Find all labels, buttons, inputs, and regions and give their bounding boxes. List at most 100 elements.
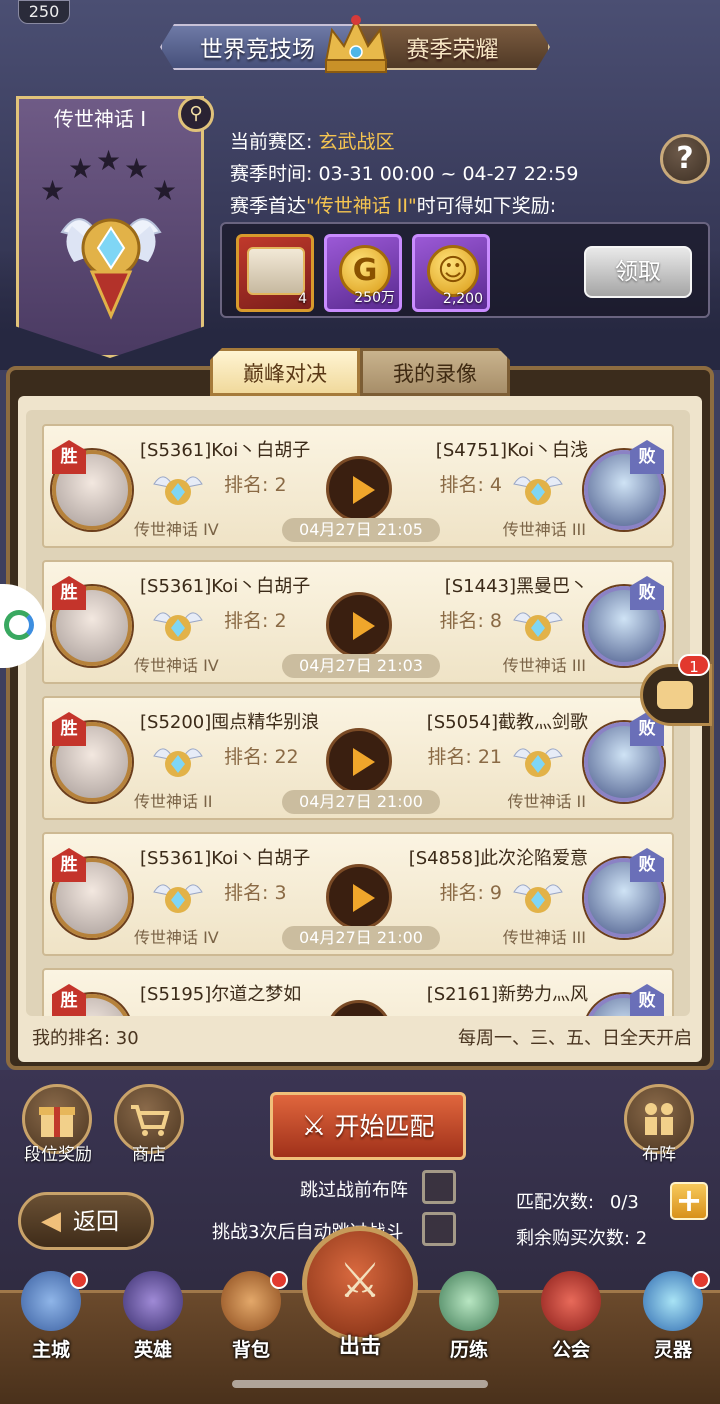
right-player-name: [S1443]黑曼巴丶 xyxy=(444,576,588,597)
zone-line: 当前赛区: 玄武战区 xyxy=(230,126,650,158)
match-time: 04月27日 21:05 xyxy=(282,518,440,542)
reward-item-gold[interactable]: G 250万 xyxy=(324,234,402,312)
tier-emblem-icon xyxy=(513,612,563,641)
nav-artifact[interactable]: 灵器 xyxy=(628,1271,718,1371)
zone-label: 当前赛区: xyxy=(230,131,313,153)
match-row[interactable]: 胜 [S5200]囤点精华别浪 排名: 22 传世神话 II 04月27日 21… xyxy=(42,696,674,820)
lose-badge: 败 xyxy=(630,848,664,882)
reward-prefix: 赛季首达 xyxy=(230,195,307,217)
rank-emblem-icon xyxy=(60,218,162,320)
season-time-value: 03-31 00:00 ~ 04-27 22:59 xyxy=(318,163,579,185)
nav-attack-label: 出击 xyxy=(339,1334,381,1358)
nav-label: 背包 xyxy=(231,1339,270,1361)
replay-tabs: 巅峰对决 我的录像 xyxy=(210,348,514,396)
match-row[interactable]: 胜 [S5195]尔道之梦如 [S2161]新势力灬风 败 xyxy=(42,968,674,1016)
tab-my-replays[interactable]: 我的录像 xyxy=(360,348,510,396)
match-time: 04月27日 21:00 xyxy=(282,926,440,950)
title-banner: 世界竞技场 赛季荣耀 xyxy=(160,15,550,74)
zone-value: 玄武战区 xyxy=(318,131,395,153)
tier-emblem-icon xyxy=(513,748,563,777)
star-icon: ★ xyxy=(96,144,122,177)
reward-condition-line: 赛季首达"传世神话 II"时可得如下奖励: xyxy=(230,190,650,222)
nav-attack[interactable]: ⚔ xyxy=(302,1226,418,1342)
play-replay-button[interactable] xyxy=(326,864,392,930)
right-player-name: [S5054]截教灬剑歌 xyxy=(426,712,588,733)
help-button[interactable]: ? xyxy=(660,134,710,184)
assistant-icon xyxy=(4,610,34,640)
notification-dot xyxy=(70,1271,88,1289)
match-row[interactable]: 胜 [S5361]Koi丶白胡子 排名: 2 传世神话 IV 04月27日 21… xyxy=(42,560,674,684)
right-player-rank: 排名: 21 xyxy=(427,746,502,768)
left-player-name: [S5195]尔道之梦如 xyxy=(140,984,302,1005)
left-player-rank: 排名: 2 xyxy=(224,610,287,632)
season-time-line: 赛季时间: 03-31 00:00 ~ 04-27 22:59 xyxy=(230,158,650,190)
match-time: 04月27日 21:03 xyxy=(282,654,440,678)
chat-unread-badge: 1 xyxy=(678,654,710,676)
left-player-rank: 排名: 2 xyxy=(224,474,287,496)
reward-item-honor-coin[interactable]: ☺ 2,200 xyxy=(412,234,490,312)
left-player-name: [S5200]囤点精华别浪 xyxy=(140,712,320,733)
play-replay-button[interactable] xyxy=(326,728,392,794)
buy-match-plus-button[interactable]: + xyxy=(670,1182,708,1220)
rank-reward-label: 段位奖励 xyxy=(24,1145,92,1165)
back-label: 返回 xyxy=(73,1209,119,1235)
star-icon: ★ xyxy=(68,152,94,185)
reward-item-chest[interactable]: 4 xyxy=(236,234,314,312)
right-player-tier: 传世神话 III xyxy=(502,928,586,947)
win-badge: 胜 xyxy=(52,984,86,1016)
chest-icon xyxy=(247,247,305,295)
notification-dot xyxy=(692,1271,710,1289)
chat-icon xyxy=(657,681,693,709)
skip-prebattle-checkbox[interactable] xyxy=(422,1170,456,1204)
nav-label: 英雄 xyxy=(133,1339,172,1361)
start-match-label: 开始匹配 xyxy=(334,1112,435,1141)
crossed-swords-icon: ⚔ xyxy=(301,1109,327,1142)
nav-training[interactable]: 历练 xyxy=(424,1271,514,1371)
nav-bag[interactable]: 背包 xyxy=(206,1271,296,1371)
back-arrow-icon: ◀ xyxy=(41,1206,61,1236)
tier-emblem-icon xyxy=(153,476,203,505)
play-replay-button[interactable] xyxy=(326,592,392,658)
home-indicator[interactable] xyxy=(232,1380,488,1388)
start-match-button[interactable]: ⚔ 开始匹配 xyxy=(270,1092,466,1160)
match-row[interactable]: 胜 [S5361]Koi丶白胡子 排名: 3 传世神话 IV 04月27日 21… xyxy=(42,832,674,956)
win-badge: 胜 xyxy=(52,712,86,746)
lose-badge: 败 xyxy=(630,984,664,1016)
training-icon xyxy=(439,1271,499,1331)
auto-skip-checkbox[interactable] xyxy=(422,1212,456,1246)
search-icon[interactable]: ⚲ xyxy=(178,96,214,132)
left-player-name: [S5361]Koi丶白胡子 xyxy=(140,576,311,597)
right-player-rank: 排名: 8 xyxy=(439,610,502,632)
left-player-name: [S5361]Koi丶白胡子 xyxy=(140,848,311,869)
left-player-name: [S5361]Koi丶白胡子 xyxy=(140,440,311,461)
nav-guild[interactable]: 公会 xyxy=(526,1271,616,1371)
nav-main-city[interactable]: 主城 xyxy=(6,1271,96,1371)
tier-emblem-icon xyxy=(153,612,203,641)
tab-peak-battle[interactable]: 巅峰对决 xyxy=(210,348,360,396)
crossed-swords-icon: ⚔ xyxy=(338,1253,382,1309)
claim-button[interactable]: 领取 xyxy=(584,246,692,298)
lose-badge: 败 xyxy=(630,576,664,610)
season-info: 当前赛区: 玄武战区 赛季时间: 03-31 00:00 ~ 04-27 22:… xyxy=(230,126,650,222)
match-time: 04月27日 21:00 xyxy=(282,790,440,814)
back-button[interactable]: ◀ 返回 xyxy=(18,1192,154,1250)
play-replay-button[interactable] xyxy=(326,1000,392,1016)
left-player-tier: 传世神话 IV xyxy=(134,520,219,539)
reward-qty: 250万 xyxy=(354,290,395,306)
tier-emblem-icon xyxy=(513,884,563,913)
tier-emblem-icon xyxy=(513,476,563,505)
remaining-buy-count: 剩余购买次数: 2 xyxy=(516,1228,648,1249)
lose-badge: 败 xyxy=(630,440,664,474)
nav-label: 公会 xyxy=(551,1339,590,1361)
nav-label: 主城 xyxy=(31,1339,70,1361)
match-list[interactable]: 胜 [S5361]Koi丶白胡子 排名: 2 传世神话 IV 04月27日 21… xyxy=(26,410,690,1016)
match-count: 匹配次数: 0/3 xyxy=(516,1192,639,1213)
reward-suffix: 时可得如下奖励: xyxy=(416,195,557,217)
match-row[interactable]: 胜 [S5361]Koi丶白胡子 排名: 2 传世神话 IV 04月27日 21… xyxy=(42,424,674,548)
play-replay-button[interactable] xyxy=(326,456,392,522)
tier-emblem-icon xyxy=(153,748,203,777)
nav-hero[interactable]: 英雄 xyxy=(108,1271,198,1371)
right-player-tier: 传世神话 II xyxy=(507,792,586,811)
notification-dot xyxy=(270,1271,288,1289)
shop-label: 商店 xyxy=(132,1145,166,1165)
